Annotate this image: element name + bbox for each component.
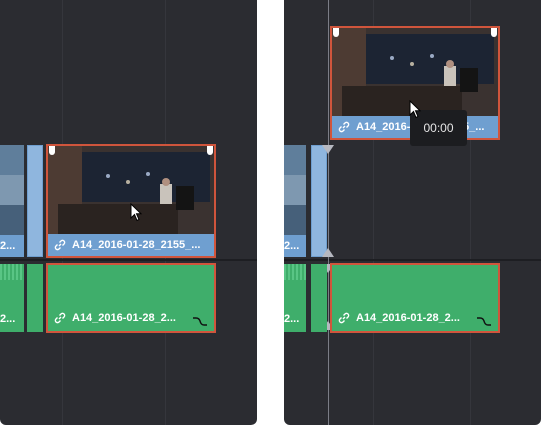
track-divider [284,259,541,261]
audio-clip[interactable]: A14_2016-01-28_2... [330,263,500,333]
link-icon [54,239,66,251]
audio-waveform [0,264,24,280]
clip-thumbnail [0,145,24,235]
clip-label: 2... [0,235,24,257]
selected-audio-clip[interactable]: A14_2016-01-28_2... [46,263,216,333]
curve-icon[interactable] [192,315,208,327]
trim-handle-icon[interactable] [333,28,339,37]
clip-label-bar: A14_2016-01-28_2... [332,309,498,327]
trim-handle-icon[interactable] [322,248,334,257]
video-clip-thin[interactable] [27,145,43,257]
clip-label: 2... [284,235,306,257]
trim-handle-icon[interactable] [207,146,213,155]
mouse-cursor-icon [130,203,143,222]
video-clip-partial[interactable]: 2... [0,145,24,257]
link-icon [54,312,66,324]
clip-name: A14_2016-01-28_2155_... [72,239,201,251]
video-clip-thin[interactable] [311,145,327,257]
clip-label: 2... [284,313,300,325]
audio-waveform [284,264,306,280]
playhead-line[interactable] [328,0,329,425]
audio-clip-thin[interactable] [27,264,43,332]
clip-label: 2... [0,313,16,325]
mouse-cursor-icon [409,100,422,119]
audio-clip-partial[interactable]: 2... [284,264,306,332]
clip-label-bar: A14_2016-01-28_2... [48,309,214,327]
link-icon [338,312,350,324]
clip-thumbnail [284,145,306,235]
video-clip-partial[interactable]: 2... [284,145,306,257]
clip-label-bar: A14_2016-01-28_2155_... [48,234,214,256]
trim-handle-icon[interactable] [491,28,497,37]
selected-video-clip[interactable]: A14_2016-01-28_2155_... [46,144,216,258]
audio-clip-thin[interactable] [311,264,327,332]
track-divider [0,259,257,261]
curve-icon[interactable] [476,315,492,327]
trim-handle-icon[interactable] [322,145,334,154]
audio-clip-partial[interactable]: 2... [0,264,24,332]
clip-name: A14_2016-01-28_2... [356,312,460,324]
clip-name: A14_2016-01-28_2... [72,312,176,324]
right-timeline-panel: 2... A14_2016-01-28_2155_... [284,0,541,425]
left-timeline-panel: 2... A14_2016-01-28_2155_... 2... A14_20… [0,0,257,425]
trim-handle-icon[interactable] [49,146,55,155]
link-icon [338,121,350,133]
